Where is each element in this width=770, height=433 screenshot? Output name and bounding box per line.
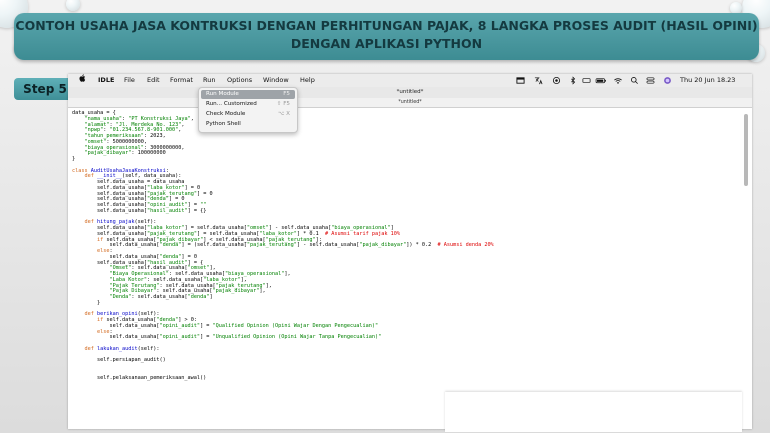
menubar-clock[interactable]: Thu 20 Jun 18.23 <box>680 74 735 87</box>
wifi-icon[interactable] <box>613 74 623 87</box>
menu-file[interactable]: File <box>124 74 135 87</box>
menu-item-shortcut: ⌥ X <box>277 111 290 117</box>
window-title: *untitled* <box>396 89 424 95</box>
step-label: Step 5 <box>14 78 76 100</box>
menu-help[interactable]: Help <box>300 74 315 87</box>
macos-menubar: IDLE File Edit Format Run Options Window… <box>68 74 752 87</box>
siri-icon[interactable] <box>663 74 672 87</box>
keyboard-icon[interactable] <box>582 74 591 87</box>
vertical-scrollbar[interactable] <box>744 114 748 186</box>
menu-window[interactable]: Window <box>263 74 289 87</box>
menu-item-python-shell[interactable]: Python Shell <box>201 120 295 129</box>
menu-run[interactable]: Run <box>203 74 215 87</box>
slide-title-line2: DENGAN APLIKASI PYTHON <box>290 36 483 51</box>
run-menu-dropdown: Run Module F5 Run... Customized ⇧ F5 Che… <box>198 87 298 133</box>
bottom-panel <box>445 392 742 432</box>
apple-icon[interactable] <box>79 74 86 87</box>
menu-item-label: Run Module <box>206 91 239 97</box>
menu-item-run-module[interactable]: Run Module F5 <box>201 90 295 99</box>
tab-untitled[interactable]: *untitled* <box>398 100 421 105</box>
slide-title-line1: CONTOH USAHA JASA KONTRUKSI DENGAN PERHI… <box>15 18 758 33</box>
translate-icon[interactable] <box>534 74 543 87</box>
code-editor[interactable]: data_usaha = { "nama_usaha": "PT Konstru… <box>72 110 742 429</box>
window-icon[interactable] <box>516 74 525 87</box>
menu-item-label: Run... Customized <box>206 101 257 107</box>
menu-idle[interactable]: IDLE <box>98 74 114 87</box>
tab-bar: *untitled* <box>68 98 752 108</box>
window-titlebar: *untitled* <box>68 87 752 98</box>
menu-options[interactable]: Options <box>227 74 252 87</box>
search-icon[interactable] <box>630 74 639 87</box>
menu-item-check-module[interactable]: Check Module ⌥ X <box>201 110 295 119</box>
slide-title: CONTOH USAHA JASA KONTRUKSI DENGAN PERHI… <box>14 17 759 53</box>
menu-item-label: Python Shell <box>206 121 241 127</box>
menu-item-shortcut: ⇧ F5 <box>276 101 290 107</box>
menu-edit[interactable]: Edit <box>147 74 160 87</box>
menu-format[interactable]: Format <box>170 74 193 87</box>
menu-item-run-customized[interactable]: Run... Customized ⇧ F5 <box>201 100 295 109</box>
screenshot-window: IDLE File Edit Format Run Options Window… <box>68 74 752 429</box>
control-center-icon[interactable] <box>646 74 655 87</box>
screen-record-icon[interactable] <box>552 74 561 87</box>
code-line: self.pelaksanaan_pemeriksaan_awal() <box>72 374 207 381</box>
bluetooth-icon[interactable] <box>569 74 577 87</box>
battery-icon[interactable] <box>595 74 607 87</box>
menu-item-label: Check Module <box>206 111 246 117</box>
menu-item-shortcut: F5 <box>283 91 290 97</box>
